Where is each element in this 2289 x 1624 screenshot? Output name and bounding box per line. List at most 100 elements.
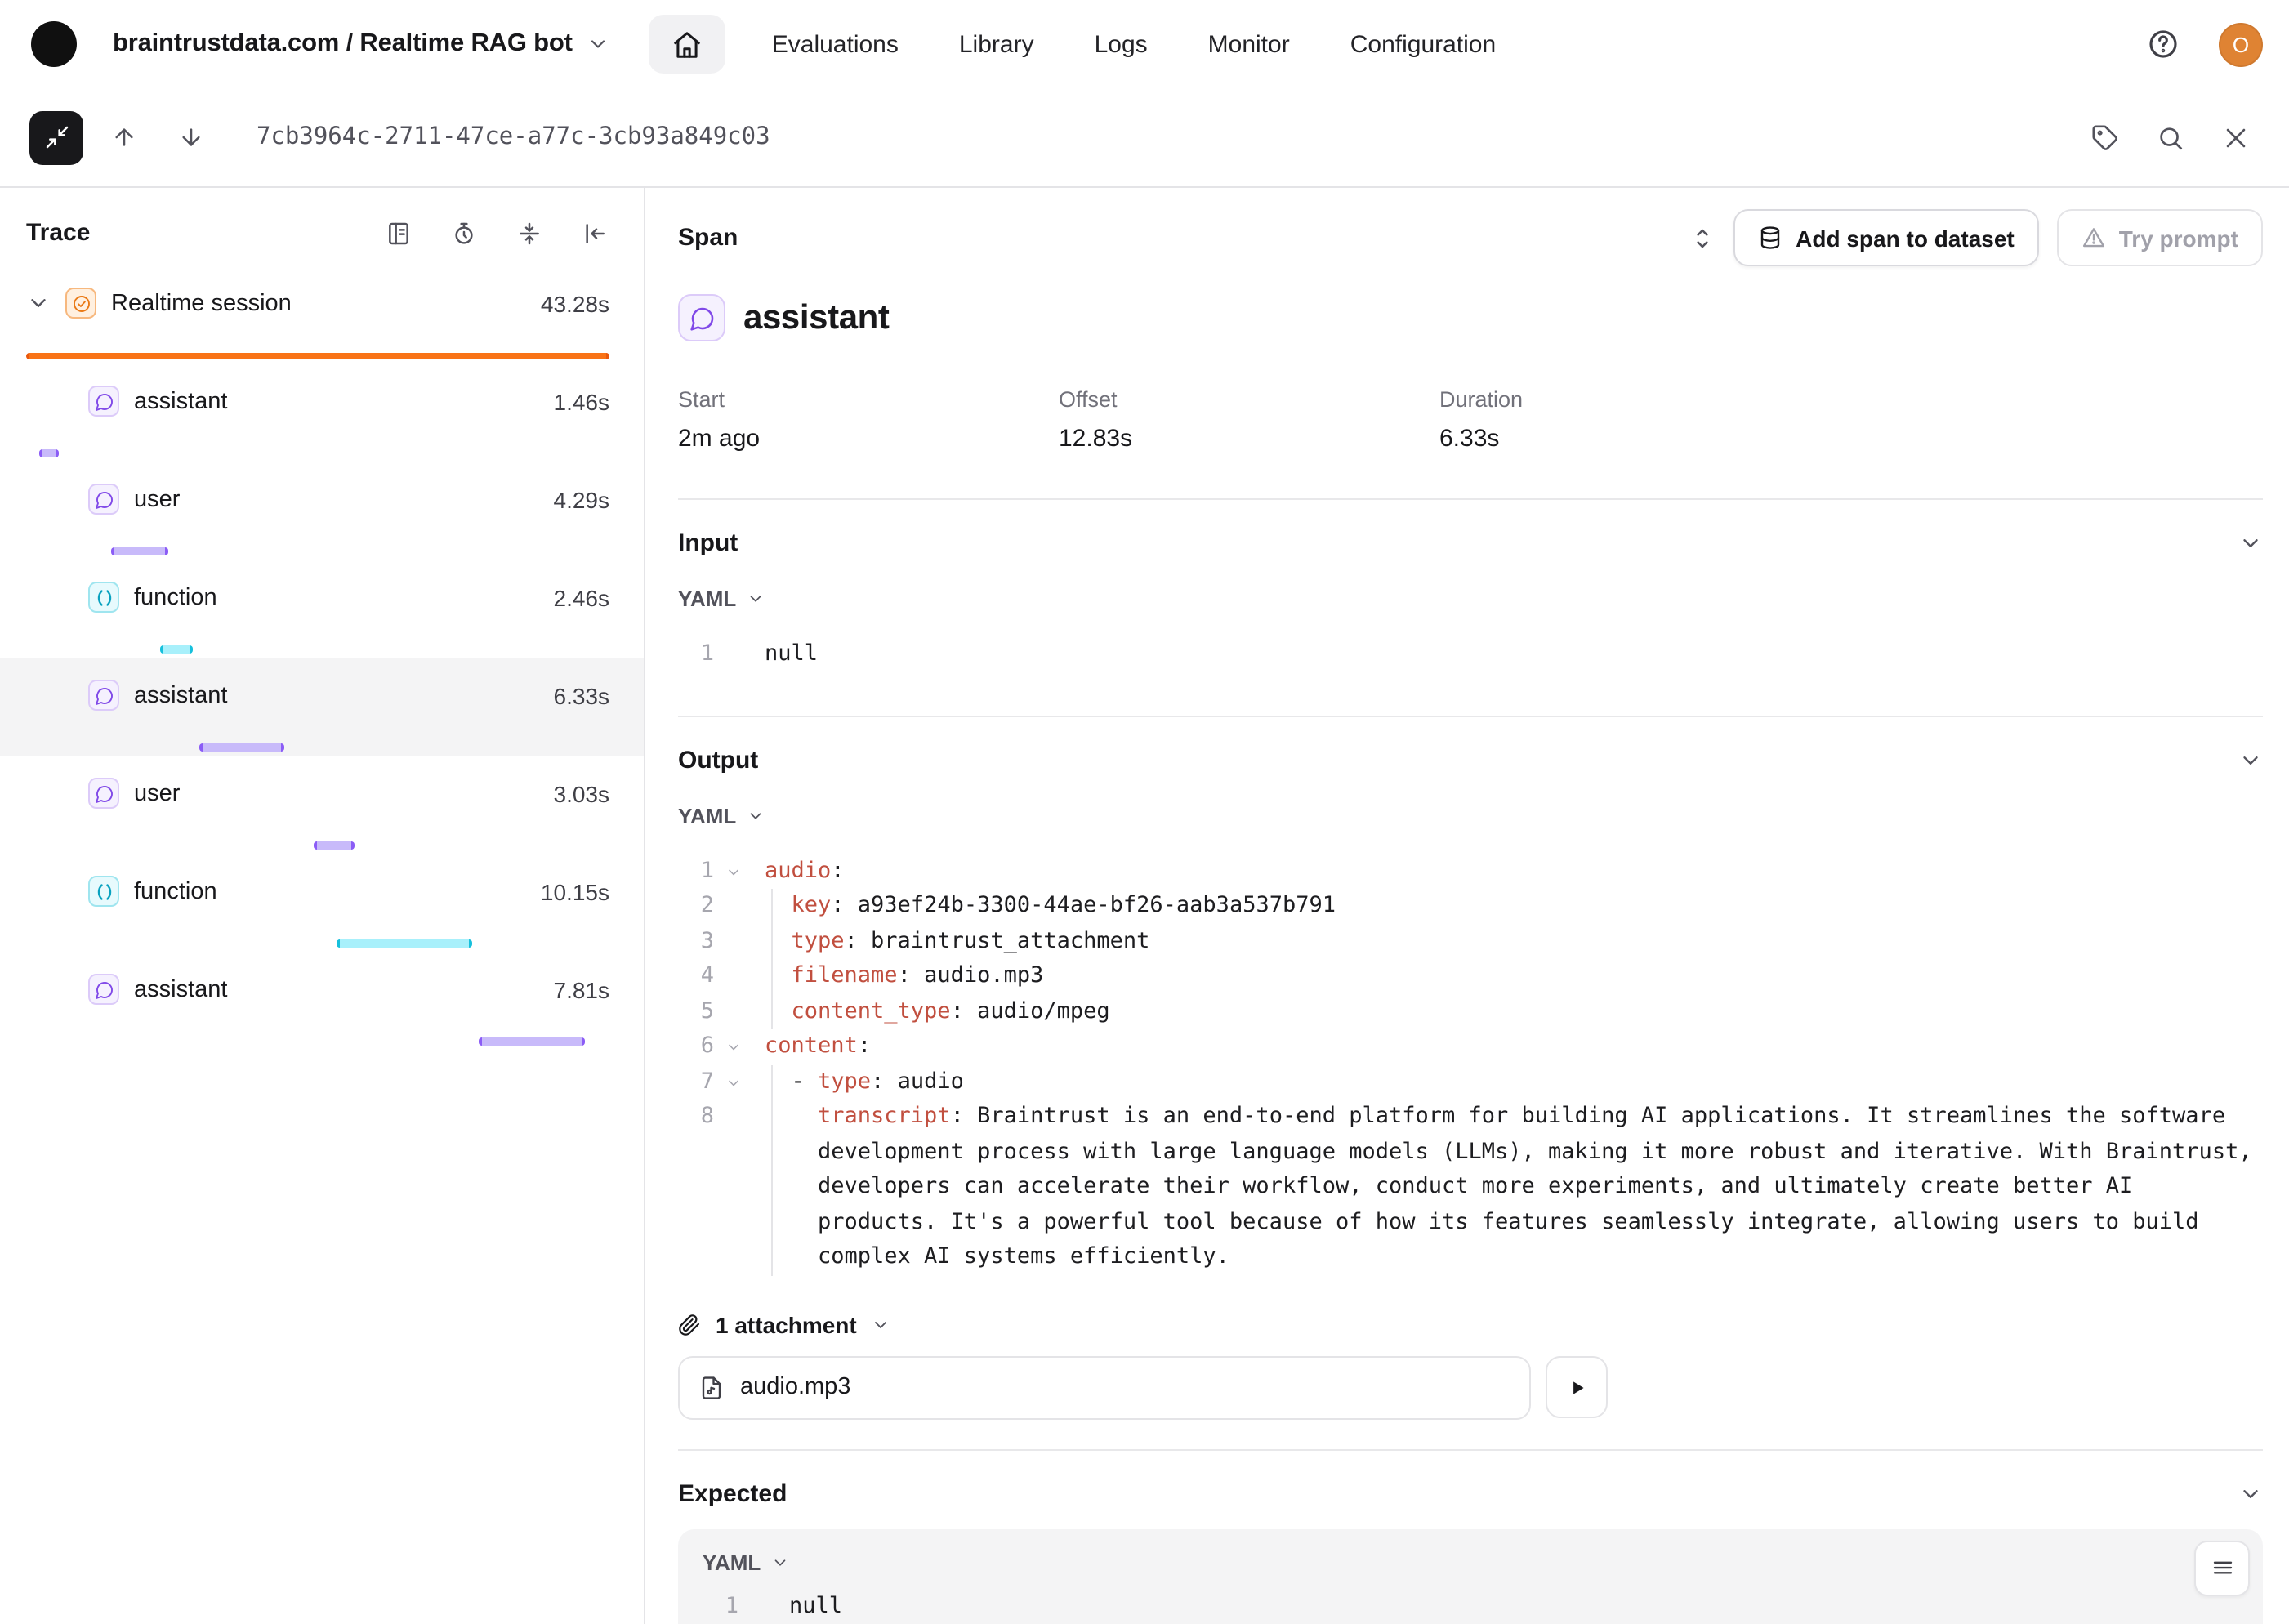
trace-row-assistant[interactable]: assistant1.46s	[0, 364, 644, 462]
token-plain: : audio.mp3	[898, 962, 1044, 988]
trace-row-duration: 10.15s	[541, 878, 609, 904]
chat-bubble-icon	[88, 386, 119, 417]
trace-id: 7cb3964c-2711-47ce-a77c-3cb93a849c03	[257, 124, 770, 150]
tag-icon	[2091, 123, 2119, 151]
help-icon[interactable]	[2147, 28, 2180, 60]
input-code: 1null	[678, 637, 2263, 685]
trace-row-function[interactable]: function 10.15s	[0, 854, 644, 953]
database-icon	[1758, 225, 1783, 250]
next-span-button[interactable]	[163, 110, 217, 164]
trace-row-label: function	[134, 878, 217, 904]
toolbar-right	[2078, 110, 2263, 164]
span-panel-title: Span	[678, 224, 738, 252]
notes-icon[interactable]	[386, 220, 412, 246]
fold-toggle-icon[interactable]	[725, 1039, 742, 1055]
code-line: 1null	[678, 637, 2263, 672]
attachment-filename: audio.mp3	[740, 1374, 850, 1400]
trace-row-user[interactable]: user3.03s	[0, 756, 644, 854]
tag-button[interactable]	[2078, 110, 2132, 164]
fold-toggle-icon[interactable]	[725, 1074, 742, 1091]
line-number: 1	[678, 854, 714, 889]
token-plain: : braintrust_attachment	[845, 927, 1150, 953]
line-number: 6	[678, 1029, 714, 1064]
code-text: transcript: Braintrust is an end-to-end …	[765, 1100, 2263, 1275]
expected-format-select[interactable]: YAML	[703, 1550, 788, 1574]
collapse-icon	[43, 124, 69, 150]
fold-gutter	[714, 1064, 765, 1100]
attachment-chip[interactable]: audio.mp3	[678, 1355, 1531, 1419]
session-icon	[71, 293, 91, 313]
trace-row-user[interactable]: user4.29s	[0, 462, 644, 560]
arrow-up-icon	[110, 124, 136, 150]
code-text: null	[765, 637, 2263, 672]
trace-row-realtime-session[interactable]: Realtime session 43.28s	[0, 266, 644, 364]
output-format-select[interactable]: YAML	[678, 803, 764, 828]
trace-row-content: Realtime session 43.28s	[0, 266, 644, 319]
trace-row-duration: 3.03s	[554, 780, 610, 806]
assistant-span-icon	[678, 294, 725, 341]
previous-span-button[interactable]	[96, 110, 150, 164]
gutter-spacer	[738, 1589, 789, 1624]
nav-item-configuration[interactable]: Configuration	[1350, 30, 1496, 58]
trace-row-label: user	[134, 486, 180, 512]
trace-row-label: Realtime session	[111, 290, 292, 316]
gutter-spacer	[714, 994, 765, 1029]
trace-row-duration: 43.28s	[541, 290, 609, 316]
project-switcher[interactable]: braintrustdata.com / Realtime RAG bot	[113, 29, 610, 59]
trace-panel-header: Trace	[0, 188, 644, 266]
trace-row-assistant[interactable]: assistant7.81s	[0, 953, 644, 1051]
output-section-title: Output	[678, 746, 758, 774]
code-text: filename: audio.mp3	[765, 959, 2263, 994]
trace-row-assistant[interactable]: assistant6.33s	[0, 658, 644, 756]
nav-item-logs[interactable]: Logs	[1095, 30, 1148, 58]
token-plain: :	[831, 857, 844, 883]
add-span-to-dataset-button[interactable]: Add span to dataset	[1733, 209, 2039, 266]
play-attachment-button[interactable]	[1546, 1356, 1608, 1418]
collapse-input-icon[interactable]	[2238, 531, 2263, 555]
home-button[interactable]	[649, 15, 726, 74]
primary-nav: Evaluations Library Logs Monitor Configurati…	[772, 30, 1496, 58]
nav-item-evaluations[interactable]: Evaluations	[772, 30, 899, 58]
stopwatch-icon[interactable]	[451, 220, 477, 246]
token-key: type	[792, 927, 845, 953]
nav-item-library[interactable]: Library	[959, 30, 1034, 58]
braintrust-logo-icon[interactable]	[31, 21, 77, 67]
expand-caret-icon[interactable]	[26, 291, 51, 315]
chevron-down-icon	[746, 590, 764, 608]
meta-value: 6.33s	[1439, 425, 1820, 453]
chat-bubble-icon	[88, 484, 119, 515]
collapse-trace-button[interactable]	[29, 110, 83, 164]
project-name: braintrustdata.com / Realtime RAG bot	[113, 29, 573, 59]
collapse-panel-icon[interactable]	[582, 220, 608, 246]
input-format-select[interactable]: YAML	[678, 587, 764, 611]
trace-row-duration: 7.81s	[554, 976, 610, 1002]
collapse-expected-icon[interactable]	[2238, 1481, 2263, 1506]
meta-label: Offset	[1059, 387, 1439, 412]
fold-vertical-icon[interactable]	[516, 220, 542, 246]
search-button[interactable]	[2144, 110, 2198, 164]
token-key: content	[765, 1033, 858, 1059]
collapse-output-icon[interactable]	[2238, 747, 2263, 772]
trace-timeline-bar	[111, 547, 169, 555]
nav-item-monitor[interactable]: Monitor	[1208, 30, 1290, 58]
unfold-icon[interactable]	[1689, 225, 1716, 251]
trace-row-content: assistant1.46s	[0, 364, 644, 417]
attachments-toggle[interactable]: 1 attachment	[678, 1311, 2263, 1337]
code-line: 2key: a93ef24b-3300-44ae-bf26-aab3a537b7…	[678, 889, 2263, 924]
avatar[interactable]: O	[2219, 22, 2263, 66]
trace-row-content: user4.29s	[0, 462, 644, 515]
trace-row-duration: 2.46s	[554, 584, 610, 610]
line-number: 4	[678, 959, 714, 994]
close-button[interactable]	[2209, 110, 2263, 164]
meta-value: 2m ago	[678, 425, 1059, 453]
fold-toggle-icon[interactable]	[725, 863, 742, 880]
output-section: Output YAML 1audio:2key: a93ef24b-3300-4…	[678, 716, 2263, 1419]
chat-bubble-icon	[88, 680, 119, 711]
trace-row-function[interactable]: function 2.46s	[0, 560, 644, 658]
expected-section-title: Expected	[678, 1479, 787, 1507]
trace-row-label: function	[134, 584, 217, 610]
trace-timeline-bar	[313, 841, 354, 850]
try-prompt-button[interactable]: Try prompt	[2057, 209, 2263, 266]
expected-section: Expected YAML 1null	[678, 1450, 2263, 1624]
expected-menu-button[interactable]	[2194, 1540, 2250, 1595]
